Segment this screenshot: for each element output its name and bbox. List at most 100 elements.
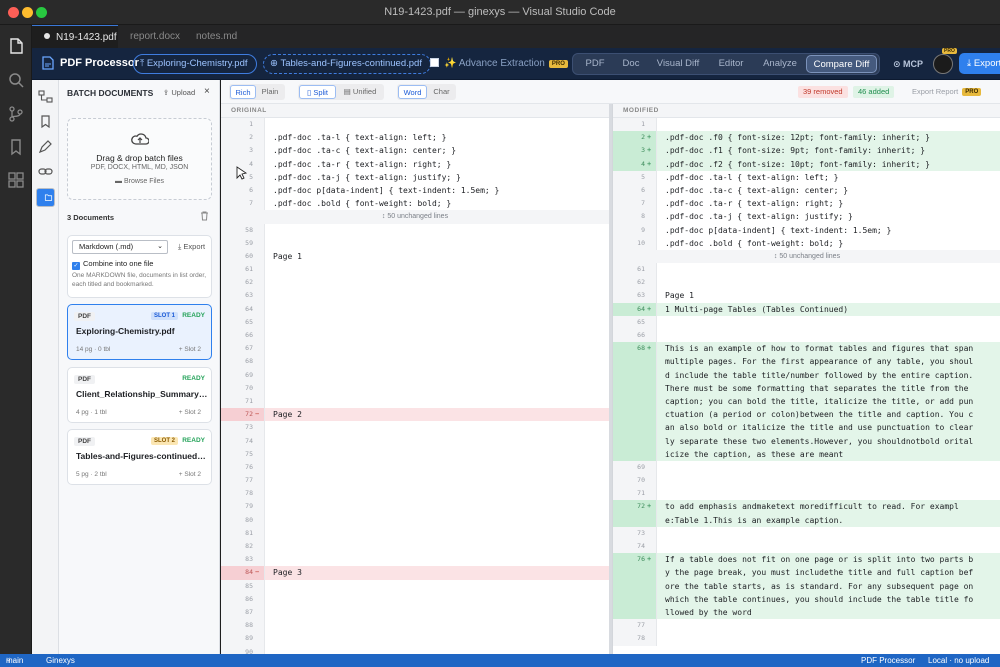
line-number: 76 <box>221 460 265 475</box>
line-number: 77 <box>221 474 265 488</box>
search-icon[interactable] <box>7 71 25 89</box>
export-button[interactable]: ⤓ Export <box>959 53 1000 74</box>
line-number: 63 <box>221 289 265 303</box>
code-line: 90 <box>221 645 609 654</box>
line-text: .pdf-doc .bold { font-weight: bold; } <box>273 199 452 209</box>
editor-tabs: N19-1423.pdf report.docx notes.md <box>32 25 1000 48</box>
file-type-badge: PDF <box>74 312 95 321</box>
line-number: 70 <box>613 474 657 488</box>
code-line: 1 <box>221 118 609 132</box>
code-line: 69 <box>221 368 609 382</box>
drop-zone[interactable]: Drag & drop batch files PDF, DOCX, HTML,… <box>67 118 212 200</box>
tab-notes-md[interactable]: notes.md <box>184 25 254 48</box>
removed-line: 84− Page 3 <box>221 566 609 580</box>
add-to-slot-2-button[interactable]: + Slot 2 <box>179 471 201 478</box>
trash-icon[interactable] <box>200 211 209 221</box>
view-plain-button[interactable]: Plain <box>257 85 283 99</box>
code-line: 85 <box>221 579 609 593</box>
added-line: ctuation (a period or colon)between the … <box>613 408 1000 422</box>
link-icon[interactable] <box>38 164 53 179</box>
mode-compare-diff[interactable]: Compare Diff <box>806 55 877 73</box>
line-number <box>613 394 657 409</box>
code-line: 61 <box>613 263 1000 277</box>
line-text: .pdf-doc .f2 { font-size: 10pt; font-fam… <box>665 159 930 169</box>
added-line: which the table continues, you should in… <box>613 592 1000 606</box>
layout-split-button[interactable]: ▯ Split <box>299 85 336 99</box>
export-format-select[interactable]: Markdown (.md) ⌄ <box>72 240 168 254</box>
tab-report-docx[interactable]: report.docx <box>118 25 188 48</box>
extensions-icon[interactable] <box>7 171 25 189</box>
combine-note: One MARKDOWN file, documents in list ord… <box>72 272 207 288</box>
granularity-char-button[interactable]: Char <box>428 85 455 99</box>
explorer-icon[interactable] <box>7 37 25 55</box>
close-panel-button[interactable]: × <box>204 86 210 97</box>
pen-icon[interactable] <box>38 139 53 154</box>
add-to-slot-2-button[interactable]: + Slot 2 <box>179 409 201 416</box>
cloud-upload-icon <box>131 133 149 145</box>
bookmark-icon[interactable] <box>7 138 25 156</box>
workspace-name[interactable]: Ginexys <box>46 654 75 667</box>
added-line: 64 +1 Multi-page Tables (Tables Continued… <box>613 302 1000 316</box>
mode-pdf[interactable]: PDF <box>577 55 613 73</box>
unchanged-lines-fold[interactable]: ↕ 50 unchanged lines <box>613 249 1000 264</box>
upload-button[interactable]: ⇪ Upload <box>163 88 195 97</box>
advance-extraction-checkbox[interactable] <box>430 58 439 67</box>
document-card[interactable]: PDF READY Client_Relationship_Summary_Fo… <box>67 367 212 423</box>
line-number: 79 <box>221 500 265 514</box>
added-line: an also bold or italicize the title and … <box>613 421 1000 435</box>
source-control-icon[interactable] <box>7 105 25 123</box>
line-text: multiple pages. For the first appearance… <box>665 357 974 367</box>
code-line: 73 <box>613 526 1000 540</box>
modified-pane[interactable]: MODIFIED 1 2 + .pdf-doc .f0 { font-size: 12… <box>612 104 1000 654</box>
document-card[interactable]: PDF SLOT 1 READY Exploring-Chemistry.pdf… <box>67 304 212 360</box>
mode-visual-diff[interactable]: Visual Diff <box>649 55 707 73</box>
add-to-slot-2-button[interactable]: + Slot 2 <box>179 346 201 353</box>
status-badge: READY <box>182 312 205 319</box>
file-b-picker[interactable]: ⊕ Tables-and-Figures-continued.pdf <box>263 54 431 74</box>
code-line: 74 <box>613 540 1000 554</box>
added-line: 4 + .pdf-doc .f2 { font-size: 10pt; font-f… <box>613 157 1000 171</box>
view-toggle: Rich Plain <box>229 84 285 100</box>
line-text: .pdf-doc p[data-indent] { text-indent: 1… <box>665 225 892 235</box>
mcp-button[interactable]: ⊙ MCP <box>893 59 923 70</box>
line-number: 6 <box>613 183 657 198</box>
mode-editor[interactable]: Editor <box>707 55 755 73</box>
structure-icon[interactable] <box>38 89 53 104</box>
mode-doc[interactable]: Doc <box>613 55 649 73</box>
advance-extraction-toggle[interactable]: ✨ Advance Extraction PRO <box>430 58 568 69</box>
export-report-button[interactable]: Export Report PRO <box>912 87 982 96</box>
original-pane[interactable]: ORIGINAL 1 2 .pdf-doc .ta-l { text-align: … <box>221 104 609 654</box>
slot-badge: SLOT 1 <box>150 312 178 320</box>
code-line: 62 <box>613 276 1000 290</box>
code-line: 75 <box>221 447 609 461</box>
line-number: 89 <box>221 632 265 646</box>
line-text: There must be some formatting that separ… <box>665 383 969 393</box>
combine-toggle[interactable]: ✓ Combine into one file <box>72 259 153 270</box>
line-number: 10 <box>613 236 657 250</box>
code-line: 71 <box>613 487 1000 501</box>
document-card[interactable]: PDF SLOT 2 READY Tables-and-Figures-cont… <box>67 429 212 485</box>
tab-n19-1423-pdf[interactable]: N19-1423.pdf <box>32 25 118 48</box>
batch-export-button[interactable]: ⤓ Export <box>178 242 205 252</box>
bookmark-icon[interactable] <box>38 114 53 129</box>
layout-unified-button[interactable]: ▤ Unified <box>337 85 383 99</box>
code-line: 66 <box>221 329 609 343</box>
granularity-word-button[interactable]: Word <box>398 85 427 99</box>
line-number: 69 <box>221 368 265 382</box>
line-text: .pdf-doc .ta-c { text-align: center; } <box>273 146 457 156</box>
line-text: .pdf-doc .f0 { font-size: 12pt; font-fam… <box>665 133 930 143</box>
combine-checkbox[interactable]: ✓ <box>72 262 80 270</box>
browse-files-button[interactable]: ▬ Browse Files <box>68 178 211 185</box>
avatar[interactable]: PRO <box>933 48 957 74</box>
line-number: 8 <box>613 210 657 224</box>
file-a-picker[interactable]: ⤒ Exploring-Chemistry.pdf <box>133 54 257 74</box>
unchanged-lines-fold[interactable]: ↕ 50 unchanged lines <box>221 210 609 224</box>
line-number: 85 <box>221 579 265 593</box>
view-rich-button[interactable]: Rich <box>230 85 256 99</box>
mode-analyze[interactable]: Analyze <box>755 55 805 73</box>
code-line: 4 .pdf-doc .ta-r { text-align: right; } <box>221 157 609 171</box>
line-text: .pdf-doc .bold { font-weight: bold; } <box>665 238 844 248</box>
batch-folder-icon[interactable] <box>36 188 55 207</box>
added-line: llowed by the word <box>613 605 1000 620</box>
code-line: 59 <box>221 236 609 250</box>
